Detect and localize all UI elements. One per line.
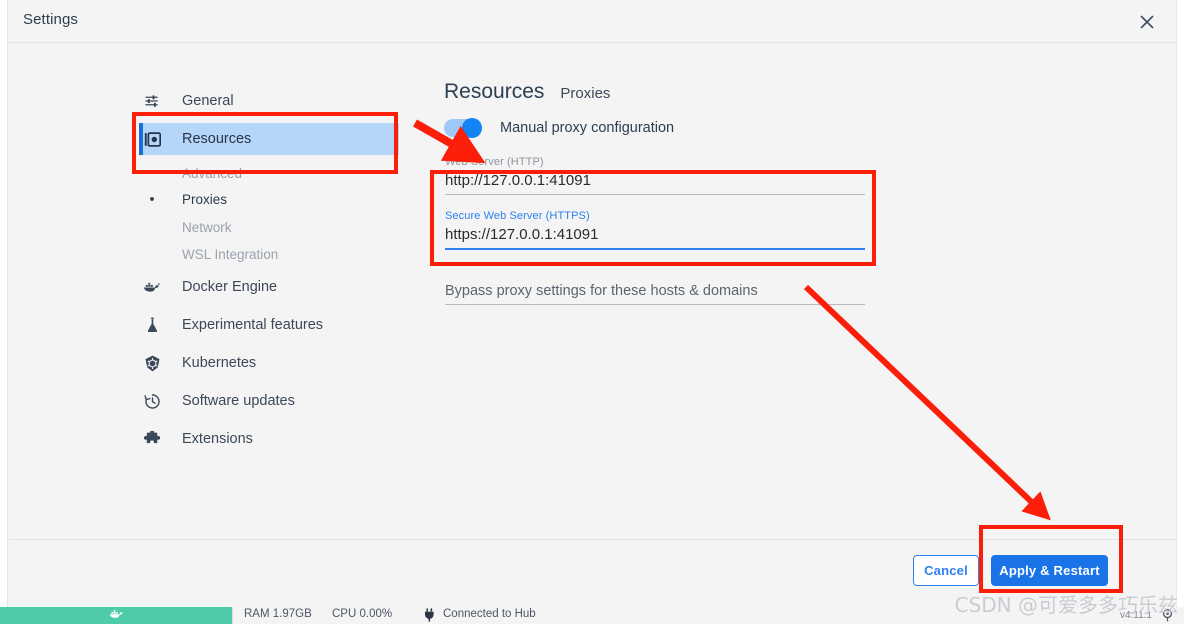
http-proxy-label: Web Server (HTTP) <box>445 156 544 168</box>
proxies-panel: Resources Proxies Manual proxy configura… <box>409 44 1176 607</box>
docker-status-indicator[interactable] <box>0 607 232 624</box>
manual-proxy-toggle-row: Manual proxy configuration <box>444 118 675 138</box>
sidebar-item-label: Docker Engine <box>182 279 278 295</box>
sidebar-subitem-label: Proxies <box>182 191 228 207</box>
manual-proxy-toggle-label: Manual proxy configuration <box>500 120 675 136</box>
flask-icon <box>139 317 165 333</box>
docker-whale-icon <box>139 281 165 294</box>
sidebar-item-software-updates[interactable]: Software updates <box>139 385 399 417</box>
settings-content: General Resources Advanced • Proxies Net… <box>9 44 1176 607</box>
page-subtitle: Proxies <box>560 85 611 102</box>
window-right-edge <box>1176 0 1184 624</box>
sidebar-item-docker-engine[interactable]: Docker Engine <box>139 271 399 303</box>
sidebar-subitem-label: WSL Integration <box>182 246 279 262</box>
sidebar-subitem-proxies[interactable]: • Proxies <box>139 185 399 213</box>
toggle-knob <box>462 118 482 138</box>
sliders-icon <box>139 94 165 108</box>
sidebar-subitem-label: Network <box>182 219 232 235</box>
status-bar: RAM 1.97GB CPU 0.00% Connected to Hub v4… <box>0 607 1184 624</box>
bypass-proxy-underline <box>445 304 865 305</box>
bypass-proxy-input[interactable]: Bypass proxy settings for these hosts & … <box>445 279 865 304</box>
manual-proxy-toggle[interactable] <box>444 118 482 138</box>
http-proxy-field[interactable]: Web Server (HTTP) http://127.0.0.1:41091 <box>445 156 865 195</box>
panel-heading: Resources Proxies <box>444 80 610 104</box>
close-icon[interactable] <box>1134 9 1160 35</box>
sidebar-item-experimental-features[interactable]: Experimental features <box>139 309 399 341</box>
history-clock-icon <box>139 393 165 410</box>
bypass-proxy-field[interactable]: Bypass proxy settings for these hosts & … <box>445 279 865 305</box>
settings-window: Settings General Resources Advanced • Pr… <box>0 0 1184 624</box>
kubernetes-icon <box>139 355 165 372</box>
http-proxy-input[interactable]: http://127.0.0.1:41091 <box>445 168 865 194</box>
apply-and-restart-button[interactable]: Apply & Restart <box>991 555 1108 586</box>
sidebar-item-label: Experimental features <box>182 317 324 333</box>
gear-icon[interactable] <box>1161 608 1174 624</box>
sidebar-item-label: Resources <box>182 131 252 147</box>
status-connection: Connected to Hub <box>443 608 536 620</box>
title-bar: Settings <box>9 0 1176 43</box>
http-proxy-underline <box>445 194 865 195</box>
sidebar-item-resources[interactable]: Resources <box>139 123 399 155</box>
sidebar-subitem-wsl-integration[interactable]: WSL Integration <box>139 240 399 268</box>
sidebar-item-label: Extensions <box>182 431 253 447</box>
resources-icon <box>139 131 165 147</box>
cancel-button[interactable]: Cancel <box>913 555 979 586</box>
https-proxy-field[interactable]: Secure Web Server (HTTPS) https://127.0.… <box>445 210 865 250</box>
https-proxy-underline <box>445 248 865 250</box>
https-proxy-label: Secure Web Server (HTTPS) <box>445 210 590 222</box>
sidebar-subitem-network[interactable]: Network <box>139 213 399 241</box>
sidebar-item-label: Software updates <box>182 393 295 409</box>
sidebar-subitem-advanced[interactable]: Advanced <box>139 159 399 187</box>
plug-icon <box>424 608 435 624</box>
page-title: Resources <box>444 80 545 103</box>
footer-divider <box>9 539 1176 540</box>
window-title: Settings <box>23 11 78 28</box>
settings-sidebar: General Resources Advanced • Proxies Net… <box>9 44 409 607</box>
window-left-edge <box>0 0 8 624</box>
bullet-icon: • <box>149 190 155 208</box>
sidebar-subitem-label: Advanced <box>182 165 243 181</box>
sidebar-item-general[interactable]: General <box>139 85 399 117</box>
status-ram: RAM 1.97GB <box>244 608 312 620</box>
sidebar-item-label: General <box>182 93 234 109</box>
docker-whale-icon <box>108 607 125 624</box>
sidebar-item-label: Kubernetes <box>182 355 257 371</box>
status-version: v4.11.1 <box>1119 610 1152 621</box>
sidebar-item-extensions[interactable]: Extensions <box>139 423 399 455</box>
sidebar-item-kubernetes[interactable]: Kubernetes <box>139 347 399 379</box>
status-cpu: CPU 0.00% <box>332 608 393 620</box>
puzzle-piece-icon <box>139 431 165 447</box>
https-proxy-input[interactable]: https://127.0.0.1:41091 <box>445 222 865 248</box>
status-separator <box>232 607 233 624</box>
